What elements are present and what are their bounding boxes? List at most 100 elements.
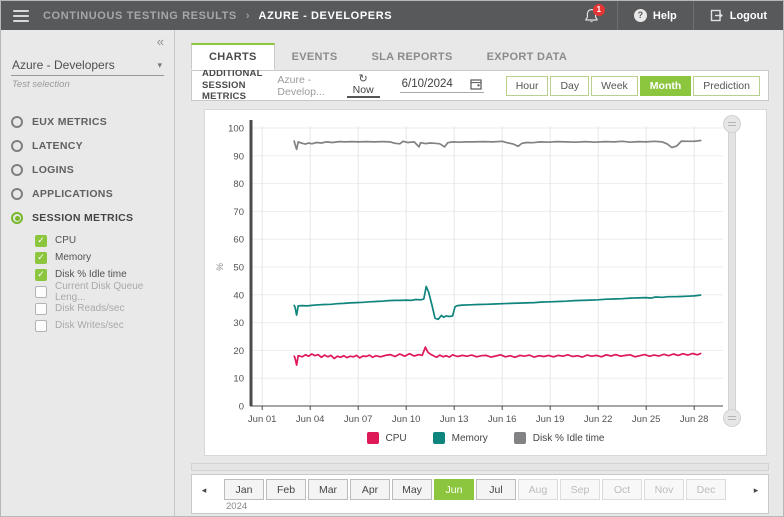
series-cpu xyxy=(294,347,700,365)
main-content: CHARTSEVENTSSLA REPORTSEXPORT DATA ADDIT… xyxy=(175,30,783,516)
tab-sla-reports[interactable]: SLA REPORTS xyxy=(354,43,469,70)
sidebar-item-label: SESSION METRICS xyxy=(32,212,133,224)
svg-text:60: 60 xyxy=(233,235,244,246)
month-button-apr[interactable]: Apr xyxy=(350,479,390,500)
notifications-button[interactable]: 1 xyxy=(574,1,617,30)
now-refresh-control[interactable]: ↻ Now xyxy=(347,74,380,98)
collapse-sidebar-icon[interactable]: « xyxy=(157,34,164,49)
legend-item-memory[interactable]: Memory xyxy=(433,432,488,444)
month-button-aug: Aug xyxy=(518,479,558,500)
metric-label: Memory xyxy=(55,252,91,263)
logout-icon xyxy=(710,9,724,22)
range-button-week[interactable]: Week xyxy=(591,76,638,96)
date-picker-field[interactable]: 6/10/2024 xyxy=(400,78,484,93)
svg-text:Jun 25: Jun 25 xyxy=(632,414,661,425)
y-axis-labels: 0102030405060708090100 xyxy=(228,124,244,413)
toolbar-test-name: Azure - Develop... xyxy=(277,74,344,98)
sidebar-item-eux-metrics[interactable]: EUX METRICS xyxy=(11,110,164,134)
svg-text:10: 10 xyxy=(233,374,244,385)
topbar: CONTINUOUS TESTING RESULTS › AZURE - DEV… xyxy=(1,1,783,30)
checkbox-icon: ✓ xyxy=(35,235,47,247)
slider-handle-bottom[interactable] xyxy=(723,409,741,427)
legend-swatch xyxy=(367,432,379,444)
sidebar-item-logins[interactable]: LOGINS xyxy=(11,158,164,182)
menu-icon[interactable] xyxy=(13,10,29,22)
month-button-oct: Oct xyxy=(602,479,642,500)
metric-label: CPU xyxy=(55,235,76,246)
month-button-mar[interactable]: Mar xyxy=(308,479,348,500)
session-metric-list: ✓CPU✓Memory✓Disk % Idle timeCurrent Disk… xyxy=(35,232,164,334)
range-button-prediction[interactable]: Prediction xyxy=(693,76,760,96)
checkbox-icon xyxy=(35,286,47,298)
svg-text:Jun 28: Jun 28 xyxy=(680,414,709,425)
logout-button[interactable]: Logout xyxy=(694,1,783,30)
breadcrumb: CONTINUOUS TESTING RESULTS › AZURE - DEV… xyxy=(43,10,392,22)
test-select-dropdown[interactable]: Azure - Developers ▾ xyxy=(11,58,164,76)
svg-text:80: 80 xyxy=(233,179,244,190)
legend-label: Memory xyxy=(452,433,488,444)
test-select-value: Azure - Developers xyxy=(12,58,115,72)
series-memory xyxy=(294,287,700,320)
tab-events[interactable]: EVENTS xyxy=(275,43,355,70)
chart-grid xyxy=(251,126,723,406)
sidebar-item-applications[interactable]: APPLICATIONS xyxy=(11,182,164,206)
svg-text:Jun 10: Jun 10 xyxy=(392,414,421,425)
legend-item-cpu[interactable]: CPU xyxy=(367,432,407,444)
metric-checkbox-cpu[interactable]: ✓ CPU xyxy=(35,232,164,249)
chart-legend: CPU Memory Disk % Idle time xyxy=(205,432,766,444)
metric-label: Disk % Idle time xyxy=(55,269,127,280)
range-button-hour[interactable]: Hour xyxy=(506,76,549,96)
value-axis-zoom-slider[interactable] xyxy=(722,115,742,427)
svg-text:40: 40 xyxy=(233,290,244,301)
month-button-may[interactable]: May xyxy=(392,479,432,500)
series-disk-idle-time xyxy=(294,141,700,150)
metric-label: Current Disk Queue Leng... xyxy=(55,281,164,303)
test-selection-caption: Test selection xyxy=(12,79,164,90)
checkbox-icon xyxy=(35,303,47,315)
legend-item-disk-idle-time[interactable]: Disk % Idle time xyxy=(514,432,605,444)
month-button-jan[interactable]: Jan xyxy=(224,479,264,500)
svg-text:90: 90 xyxy=(233,151,244,162)
svg-text:0: 0 xyxy=(239,402,244,413)
svg-text:Jun 01: Jun 01 xyxy=(248,414,277,425)
prev-month-arrow[interactable]: ◂ xyxy=(196,479,212,501)
svg-text:50: 50 xyxy=(233,263,244,274)
sidebar-item-label: EUX METRICS xyxy=(32,116,107,128)
month-button-jul[interactable]: Jul xyxy=(476,479,516,500)
metric-checkbox-disk-writes-sec: Disk Writes/sec xyxy=(35,317,164,334)
help-button[interactable]: ? Help xyxy=(618,1,693,30)
svg-text:Jun 07: Jun 07 xyxy=(344,414,373,425)
checkbox-icon: ✓ xyxy=(35,252,47,264)
svg-text:70: 70 xyxy=(233,207,244,218)
range-button-day[interactable]: Day xyxy=(550,76,589,96)
chevron-down-icon: ▾ xyxy=(157,60,162,71)
horizontal-scrollbar[interactable] xyxy=(191,463,769,471)
sidebar-item-latency[interactable]: LATENCY xyxy=(11,134,164,158)
now-label: Now xyxy=(353,84,374,96)
month-button-jun[interactable]: Jun xyxy=(434,479,474,500)
tab-export-data[interactable]: EXPORT DATA xyxy=(470,43,585,70)
radio-icon xyxy=(11,116,23,128)
sidebar-item-session-metrics[interactable]: SESSION METRICS xyxy=(11,206,164,230)
toolbar-controls: Azure - Develop... ↻ Now 6/10/2024 Hour xyxy=(277,74,760,98)
app-window: CONTINUOUS TESTING RESULTS › AZURE - DEV… xyxy=(0,0,784,517)
legend-swatch xyxy=(433,432,445,444)
month-button-feb[interactable]: Feb xyxy=(266,479,306,500)
tab-charts[interactable]: CHARTS xyxy=(191,43,275,70)
metric-checkbox-memory[interactable]: ✓ Memory xyxy=(35,249,164,266)
slider-track[interactable] xyxy=(728,124,736,418)
refresh-icon: ↻ xyxy=(359,74,368,84)
legend-label: Disk % Idle time xyxy=(533,433,605,444)
breadcrumb-root[interactable]: CONTINUOUS TESTING RESULTS xyxy=(43,10,237,22)
radio-icon xyxy=(11,188,23,200)
slider-handle-top[interactable] xyxy=(723,115,741,133)
svg-text:Jun 19: Jun 19 xyxy=(536,414,565,425)
calendar-icon xyxy=(470,78,482,90)
chart-title: ADDITIONAL SESSION METRICS xyxy=(202,68,277,102)
page-title: AZURE - DEVELOPERS xyxy=(259,10,393,22)
range-button-month[interactable]: Month xyxy=(640,76,692,96)
chart-toolbar: ADDITIONAL SESSION METRICS Azure - Devel… xyxy=(191,70,769,101)
metric-category-list: EUX METRICS LATENCYLOGINSAPPLICATIONS SESS… xyxy=(11,110,164,230)
next-month-arrow[interactable]: ▸ xyxy=(748,479,764,501)
date-value: 6/10/2024 xyxy=(402,78,453,90)
